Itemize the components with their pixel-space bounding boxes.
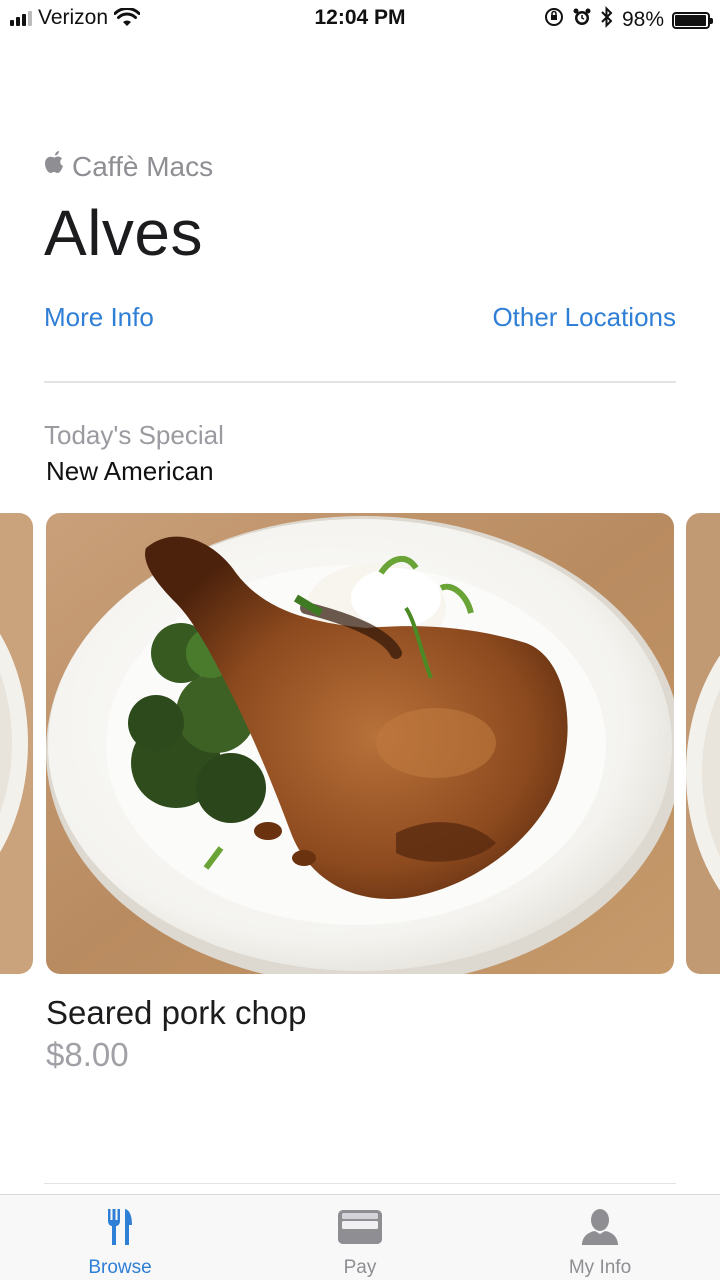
special-label: Today's Special — [44, 420, 224, 450]
special-cuisine: New American — [46, 456, 214, 486]
dish-name: Seared pork chop — [46, 994, 307, 1031]
other-locations-link[interactable]: Other Locations — [492, 302, 676, 333]
person-icon — [580, 1207, 620, 1253]
more-info-link[interactable]: More Info — [44, 302, 154, 333]
tab-my-info[interactable]: My Info — [480, 1195, 720, 1280]
apple-logo-icon — [44, 150, 66, 183]
page-title: Alves — [44, 197, 203, 269]
battery-icon — [672, 11, 713, 29]
alarm-icon — [572, 7, 592, 33]
tab-pay-label: Pay — [343, 1257, 377, 1278]
content-divider — [44, 1183, 676, 1184]
bluetooth-icon — [600, 6, 614, 34]
battery-fill — [675, 14, 707, 26]
fork-knife-icon — [105, 1207, 135, 1253]
dish-photo[interactable] — [46, 513, 674, 974]
status-bar: Verizon 12:04 PM 98% — [0, 0, 720, 38]
tab-bar: Browse Pay My Info — [0, 1194, 720, 1280]
battery-percent: 98% — [621, 8, 664, 31]
tab-pay[interactable]: Pay — [240, 1195, 480, 1280]
section-divider — [44, 381, 676, 383]
wallet-icon — [337, 1207, 383, 1253]
tab-my-info-label: My Info — [568, 1257, 632, 1278]
carousel-card-next[interactable] — [686, 513, 720, 974]
brand-name: Caffè Macs — [72, 150, 214, 182]
orientation-lock-icon — [544, 7, 564, 33]
brand: Caffè Macs — [44, 150, 213, 183]
dish-price: $8.00 — [46, 1036, 129, 1073]
status-right: 98% — [544, 6, 713, 34]
header-links: More Info Other Locations — [44, 302, 676, 333]
carousel-card-previous[interactable] — [0, 513, 33, 974]
tab-browse[interactable]: Browse — [0, 1195, 240, 1280]
tab-browse-label: Browse — [88, 1257, 152, 1278]
screen: Verizon 12:04 PM 98% Caffè Macs Alves Mo… — [0, 0, 720, 1280]
